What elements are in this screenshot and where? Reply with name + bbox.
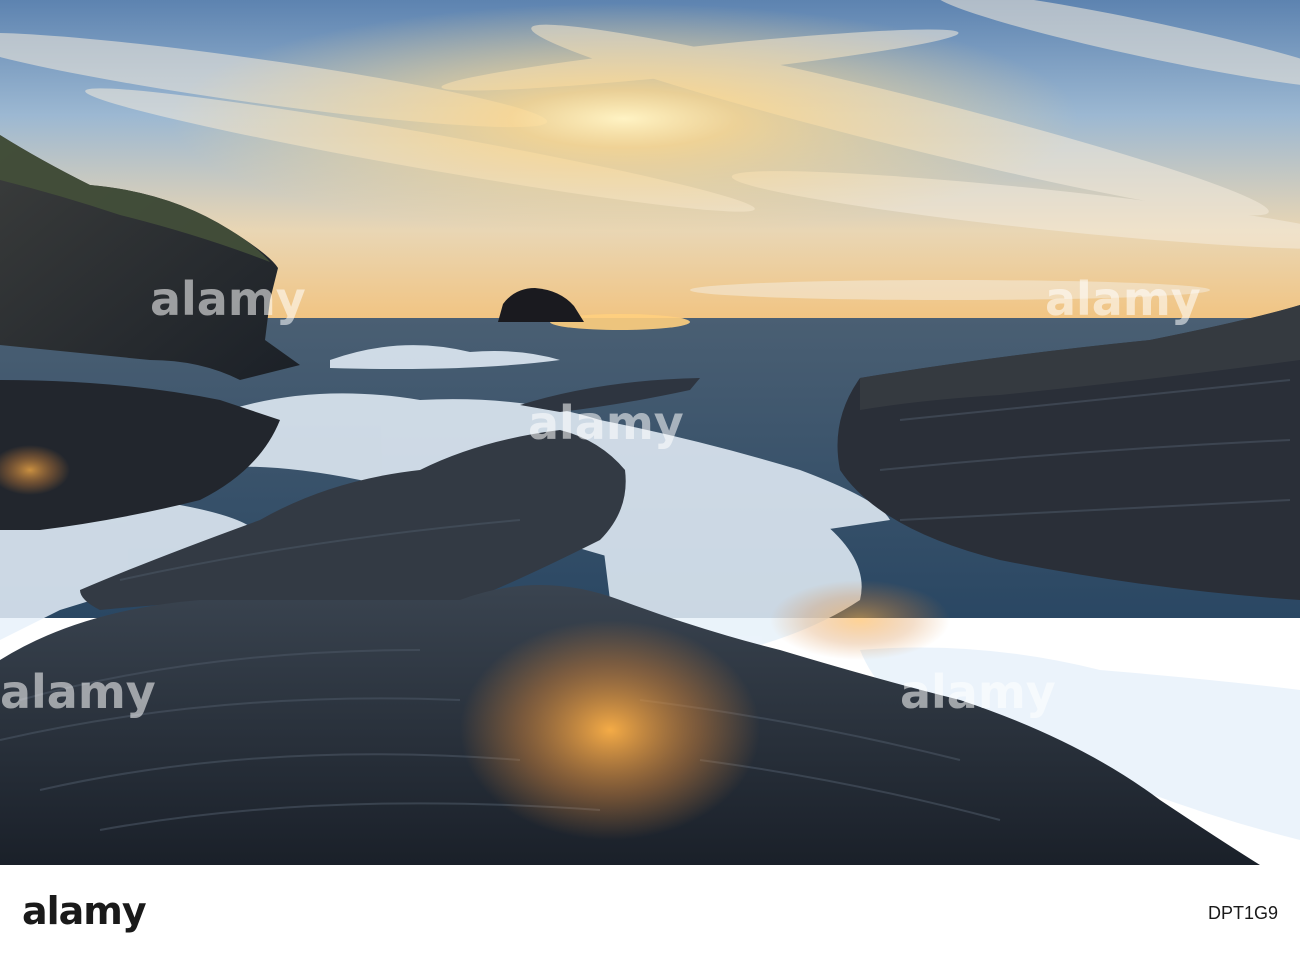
sun-reflection bbox=[460, 620, 760, 840]
watermark-text: alamy bbox=[528, 396, 684, 450]
image-id: DPT1G9 bbox=[1207, 903, 1278, 923]
alamy-logo: alamy bbox=[22, 889, 147, 933]
footer-bar: alamy DPT1G9 bbox=[0, 865, 1300, 954]
watermark-text: alamy bbox=[1045, 272, 1201, 326]
watermark-text: alamy bbox=[150, 272, 306, 326]
watermark-text: alamy bbox=[900, 665, 1056, 719]
sunset-coast-photo: alamy alamy alamy alamy alamy bbox=[0, 0, 1300, 865]
watermark-text: alamy bbox=[0, 665, 156, 719]
